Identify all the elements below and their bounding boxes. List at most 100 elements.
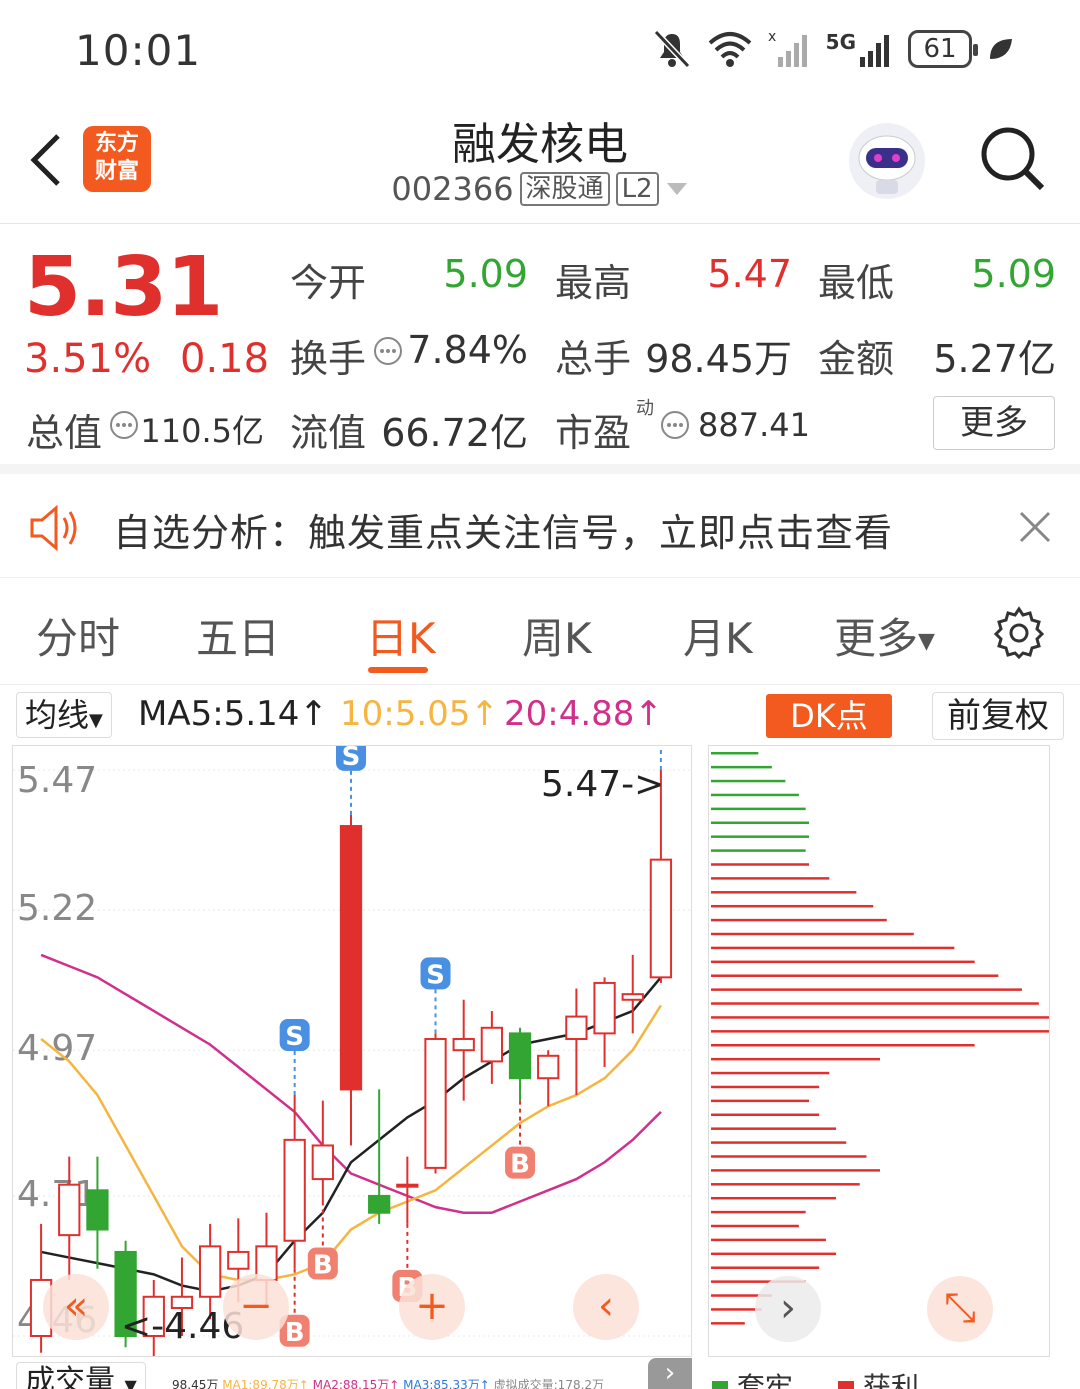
close-icon[interactable] [1018,510,1052,544]
candle-body [593,981,616,1035]
zoom-out-button[interactable]: − [223,1274,289,1340]
volume-value: 98.45万 [172,1378,219,1389]
arrow-up-icon: ↑ [470,694,499,734]
float-cap-label: 流值 [290,411,367,455]
candle-body [508,1032,532,1080]
candle-body [424,1037,447,1169]
search-icon[interactable] [976,122,1048,194]
chip-bar [711,1266,820,1269]
more-button[interactable]: 更多 [933,396,1055,450]
notice-text: 自选分析：触发重点关注信号，立即点击查看 [113,511,894,555]
mute-icon [653,29,690,69]
virtual-volume: 虚拟成交量:178.2万 [493,1378,605,1389]
chevron-right-icon[interactable]: › [755,1276,821,1342]
volume-ma-line: 98.45万 MA1:89.78万↑ MA2:88.15万↑ MA3:85.33… [172,1376,604,1389]
high-value: 5.47 [707,252,792,296]
chevron-right-icon[interactable]: › [648,1358,692,1389]
candle-body [339,825,363,1091]
chip-bar [711,807,806,811]
wifi-icon [708,32,751,67]
chip-bar [711,849,806,852]
caret-down-icon: ▼ [124,1376,137,1389]
kline-chart[interactable]: 5.475.224.974.714.465.47-><-4.46BBSSSBBS… [12,694,692,1359]
arrow-up-icon: ↑ [299,694,328,734]
legend-green-swatch [712,1381,728,1389]
chip-bar [711,891,857,894]
ma10-text: 10:5.05 [340,694,471,734]
volume-value: 98.45万 [645,337,792,381]
legend-trapped-label: 套牢 [736,1371,793,1389]
tab-more-label: 更多 [834,614,919,663]
ma20-text: 20:4.88 [504,694,635,734]
chip-bar [711,988,1022,991]
tab-five-day[interactable]: 五日 [196,605,280,666]
info-dots-icon[interactable] [660,410,690,440]
battery-icon: 61 [908,30,978,68]
candle-body [480,1026,504,1063]
dropdown-triangle-icon[interactable] [665,181,689,197]
expand-icon[interactable]: ⤡ [927,1276,993,1342]
caret-down-icon: ▼ [918,629,935,654]
status-icons: x 5G 61 [652,28,1014,70]
ma5-value: MA5:5.14↑ [138,694,328,734]
chip-bar [711,1044,975,1047]
gear-icon[interactable] [992,605,1046,659]
zoom-in-button[interactable]: + [399,1274,465,1340]
volume-label: 总手 [555,337,632,381]
candle-body [58,1183,81,1237]
chip-bar [711,793,799,797]
hk-connect-tag: 深股通 [519,172,610,206]
ma-selector[interactable]: 均线▼ [16,692,112,738]
candle-body [86,1189,109,1231]
open-label: 今开 [290,261,367,305]
dk-point-button[interactable]: DK点 [766,694,892,738]
chip-bar [711,960,975,964]
change-percent: 3.51% [24,336,152,382]
turnover-value: 7.84% [407,328,528,372]
candle-body [283,1138,306,1242]
buy-signal-text: B [285,1318,305,1348]
float-cap-value: 66.72亿 [381,411,528,455]
kline-svg: 5.475.224.974.714.465.47-><-4.46BBSSSBBS [13,694,691,1359]
tab-daily-k[interactable]: 日K [366,605,436,666]
status-bar: 10:01 x 5G 61 [0,0,1080,100]
leaf-icon [990,39,1012,59]
volume-selector[interactable]: 成交量 ▼ [16,1362,146,1389]
scroll-left-button[interactable]: ‹ [573,1274,639,1340]
caret-down-icon: ▼ [89,710,103,731]
amount-label: 金额 [818,337,895,381]
pe-value: 887.41 [698,406,810,444]
chip-bar [711,765,772,769]
chip-bar [711,1322,745,1325]
market-cap-value: 110.5亿 [140,412,264,450]
vol-ma2: MA2:88.15万↑ [312,1378,400,1389]
scroll-left-fast-button[interactable]: « [43,1274,109,1340]
chip-bar [711,1002,1039,1005]
battery-level: 61 [923,34,957,64]
chip-bar [711,821,810,825]
network-type: 5G [825,30,856,54]
tab-monthly-k[interactable]: 月K [683,605,753,666]
info-dots-icon[interactable] [109,410,139,440]
chip-bar [711,1099,810,1103]
chip-svg [711,752,1049,1325]
chip-bar [711,877,830,880]
legend-profit-label: 获利 [862,1371,919,1389]
candle-body [227,1250,250,1270]
info-dots-icon[interactable] [373,336,403,366]
analysis-notice[interactable]: 自选分析：触发重点关注信号，立即点击查看 [0,478,1080,578]
chip-bar [711,1196,837,1200]
tab-intraday[interactable]: 分时 [36,605,120,666]
tab-more[interactable]: 更多▼ [834,605,935,666]
svg-text:x: x [768,29,776,45]
active-tab-indicator [368,667,428,673]
low-value: 5.09 [971,252,1056,296]
chip-bar [711,1057,880,1061]
adjust-mode-button[interactable]: 前复权 [932,692,1064,740]
tab-weekly-k[interactable]: 周K [522,605,592,666]
ma20-value: 20:4.88↑ [504,694,663,734]
robot-avatar-icon[interactable] [846,120,928,202]
chip-distribution-chart[interactable]: › ⤡ [708,745,1050,1357]
arrow-up-icon: ↑ [634,694,663,734]
chip-bar [711,1238,826,1242]
